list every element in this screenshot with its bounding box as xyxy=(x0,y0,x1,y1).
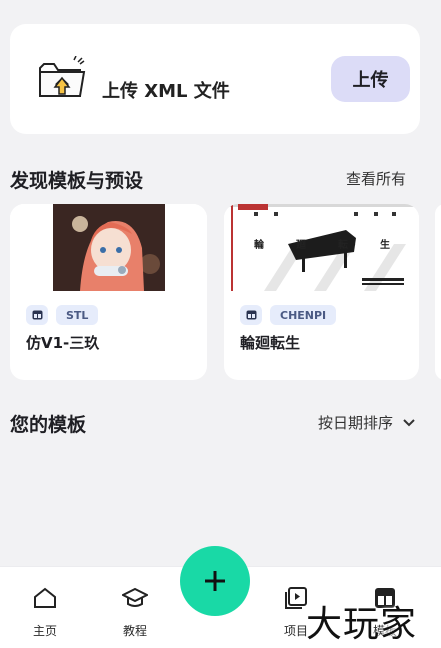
thumb-text: 生 xyxy=(380,240,390,251)
nav-home[interactable]: 主页 xyxy=(15,587,75,639)
author-tag: CHENPI xyxy=(270,305,337,325)
chevron-down-icon xyxy=(403,418,415,426)
thumb-text: 廻 xyxy=(296,240,306,251)
nav-tutorial[interactable]: 教程 xyxy=(105,587,165,639)
home-icon xyxy=(34,587,56,608)
watermark-logo: 大玩家 xyxy=(306,604,418,645)
sort-label: 按日期排序 xyxy=(317,414,393,432)
nav-home-label: 主页 xyxy=(32,624,57,638)
template-card[interactable]: STL 仿V1-三玖 xyxy=(10,204,207,380)
discover-section-title: 发现模板与预设 xyxy=(10,170,144,192)
thumb-text: 輪 xyxy=(254,240,264,251)
plus-icon xyxy=(205,571,225,591)
template-icon xyxy=(26,305,48,325)
card-title: 仿V1-三玖 xyxy=(26,334,100,352)
thumb-text-row: 輪 廻 転 生 xyxy=(224,236,419,252)
sort-dropdown[interactable]: 按日期排序 xyxy=(318,412,415,433)
nav-tutorial-label: 教程 xyxy=(122,624,147,638)
view-all-link[interactable]: 查看所有 xyxy=(346,168,406,189)
upload-button[interactable]: 上传 xyxy=(331,56,410,102)
anime-girl-illustration xyxy=(10,204,207,291)
template-card-peek[interactable] xyxy=(435,204,441,380)
my-templates-title: 您的模板 xyxy=(10,414,87,436)
author-tag: STL xyxy=(56,305,99,325)
upload-xml-title: 上传 XML 文件 xyxy=(102,81,230,102)
folder-upload-icon xyxy=(39,56,86,97)
upload-card: 上传 XML 文件 上传 xyxy=(10,24,420,134)
graduation-cap-icon xyxy=(120,587,150,607)
template-icon xyxy=(240,305,262,325)
card-title: 輪廻転生 xyxy=(240,334,301,352)
video-projects-icon xyxy=(285,587,307,609)
thumb-text: 転 xyxy=(338,240,348,251)
add-button[interactable] xyxy=(180,546,250,616)
template-card[interactable]: 輪 廻 転 生 CHENPI 輪廻転生 xyxy=(224,204,419,380)
